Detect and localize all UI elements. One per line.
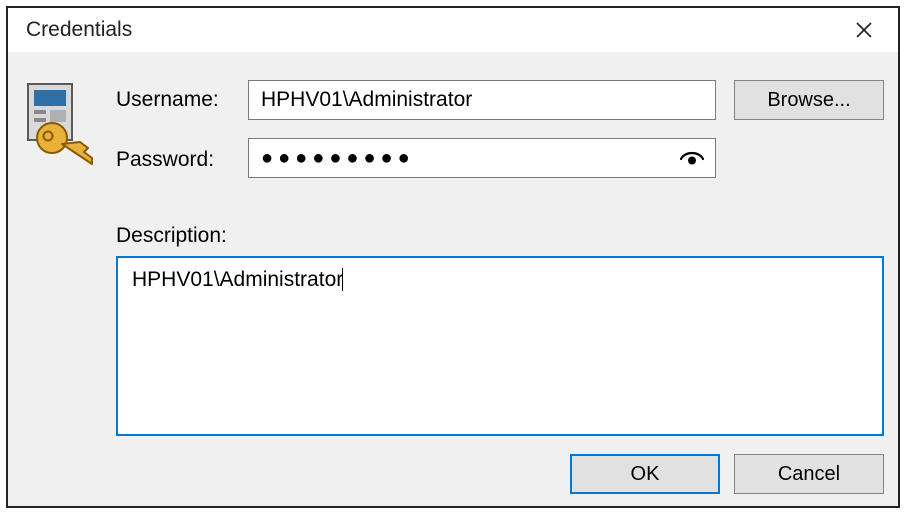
credentials-dialog: Credentials Username: — [6, 6, 900, 508]
username-label: Username: — [116, 88, 219, 112]
description-value: HPHV01\Administrator — [132, 268, 343, 291]
eye-icon — [679, 145, 705, 171]
titlebar: Credentials — [8, 8, 898, 52]
cancel-button-label: Cancel — [778, 463, 840, 486]
browse-button[interactable]: Browse... — [734, 80, 884, 120]
password-input[interactable]: ●●●●●●●●● — [248, 138, 716, 178]
ok-button[interactable]: OK — [570, 454, 720, 494]
password-mask: ●●●●●●●●● — [261, 147, 679, 170]
description-input[interactable]: HPHV01\Administrator — [116, 256, 884, 436]
description-label: Description: — [116, 224, 227, 248]
ok-button-label: OK — [631, 463, 660, 486]
cancel-button[interactable]: Cancel — [734, 454, 884, 494]
text-caret — [342, 268, 343, 291]
username-input[interactable] — [248, 80, 716, 120]
reveal-password-button[interactable] — [679, 145, 705, 171]
credentials-icon — [22, 80, 100, 170]
window-title: Credentials — [26, 18, 842, 42]
close-button[interactable] — [842, 8, 886, 52]
dialog-body: Username: Browse... Password: ●●●●●●●●● … — [8, 52, 898, 506]
close-icon — [855, 21, 873, 39]
browse-button-label: Browse... — [767, 89, 850, 112]
password-label: Password: — [116, 148, 214, 172]
